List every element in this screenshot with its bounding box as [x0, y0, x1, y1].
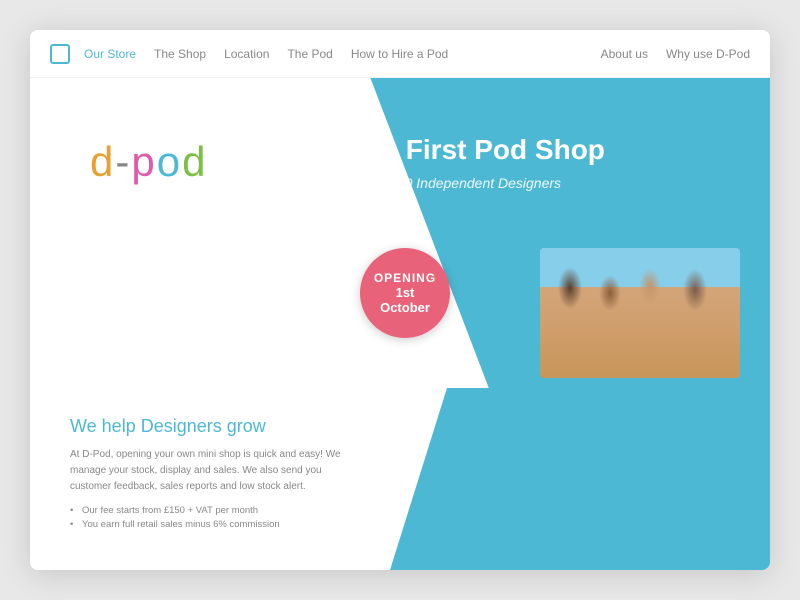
nav-link-the-pod[interactable]: The Pod [287, 47, 332, 61]
nav-links-left: Our Store The Shop Location The Pod How … [84, 47, 601, 61]
photo-bg [540, 248, 740, 378]
bottom-left: We help Designers grow At D-Pod, opening… [30, 388, 390, 570]
hero-headline: Uk's First Pod Shop [340, 133, 605, 167]
nav-link-location[interactable]: Location [224, 47, 269, 61]
logo-area: d-pod [90, 138, 207, 186]
navbar: Our Store The Shop Location The Pod How … [30, 30, 770, 78]
bottom-section: We help Designers grow At D-Pod, opening… [30, 388, 770, 570]
bullet-item-fee: Our fee starts from £150 + VAT per month [70, 505, 350, 516]
main-window: Our Store The Shop Location The Pod How … [30, 30, 770, 570]
bullet-item-commission: You earn full retail sales minus 6% comm… [70, 519, 350, 530]
logo-dash: - [115, 138, 131, 185]
bottom-right [390, 388, 770, 570]
photo-people-overlay [540, 248, 740, 378]
logo: d-pod [90, 138, 207, 186]
nav-link-our-store[interactable]: Our Store [84, 47, 136, 61]
opening-badge: OPENING 1st October [360, 248, 450, 338]
badge-opening-label: OPENING [374, 271, 436, 285]
logo-o: o [157, 138, 182, 185]
nav-link-how-to-hire[interactable]: How to Hire a Pod [351, 47, 448, 61]
nav-link-the-shop[interactable]: The Shop [154, 47, 206, 61]
logo-p: p [131, 138, 156, 185]
nav-logo-icon [50, 44, 70, 64]
section-body: At D-Pod, opening your own mini shop is … [70, 447, 350, 495]
hero-subheadline: Home to 70 Independent Designers [340, 175, 605, 191]
badge-date: 1st [396, 285, 415, 300]
team-photo [540, 248, 740, 378]
hero-text: Uk's First Pod Shop Home to 70 Independe… [340, 133, 605, 191]
section-title: We help Designers grow [70, 416, 350, 437]
nav-link-about-us[interactable]: About us [601, 47, 648, 61]
bullet-list: Our fee starts from £150 + VAT per month… [70, 505, 350, 530]
badge-month: October [380, 300, 430, 315]
nav-links-right: About us Why use D-Pod [601, 47, 750, 61]
logo-d2: d [182, 138, 207, 185]
logo-d: d [90, 138, 115, 185]
hero-section: d-pod Uk's First Pod Shop Home to 70 Ind… [30, 78, 770, 388]
nav-link-why-dpod[interactable]: Why use D-Pod [666, 47, 750, 61]
